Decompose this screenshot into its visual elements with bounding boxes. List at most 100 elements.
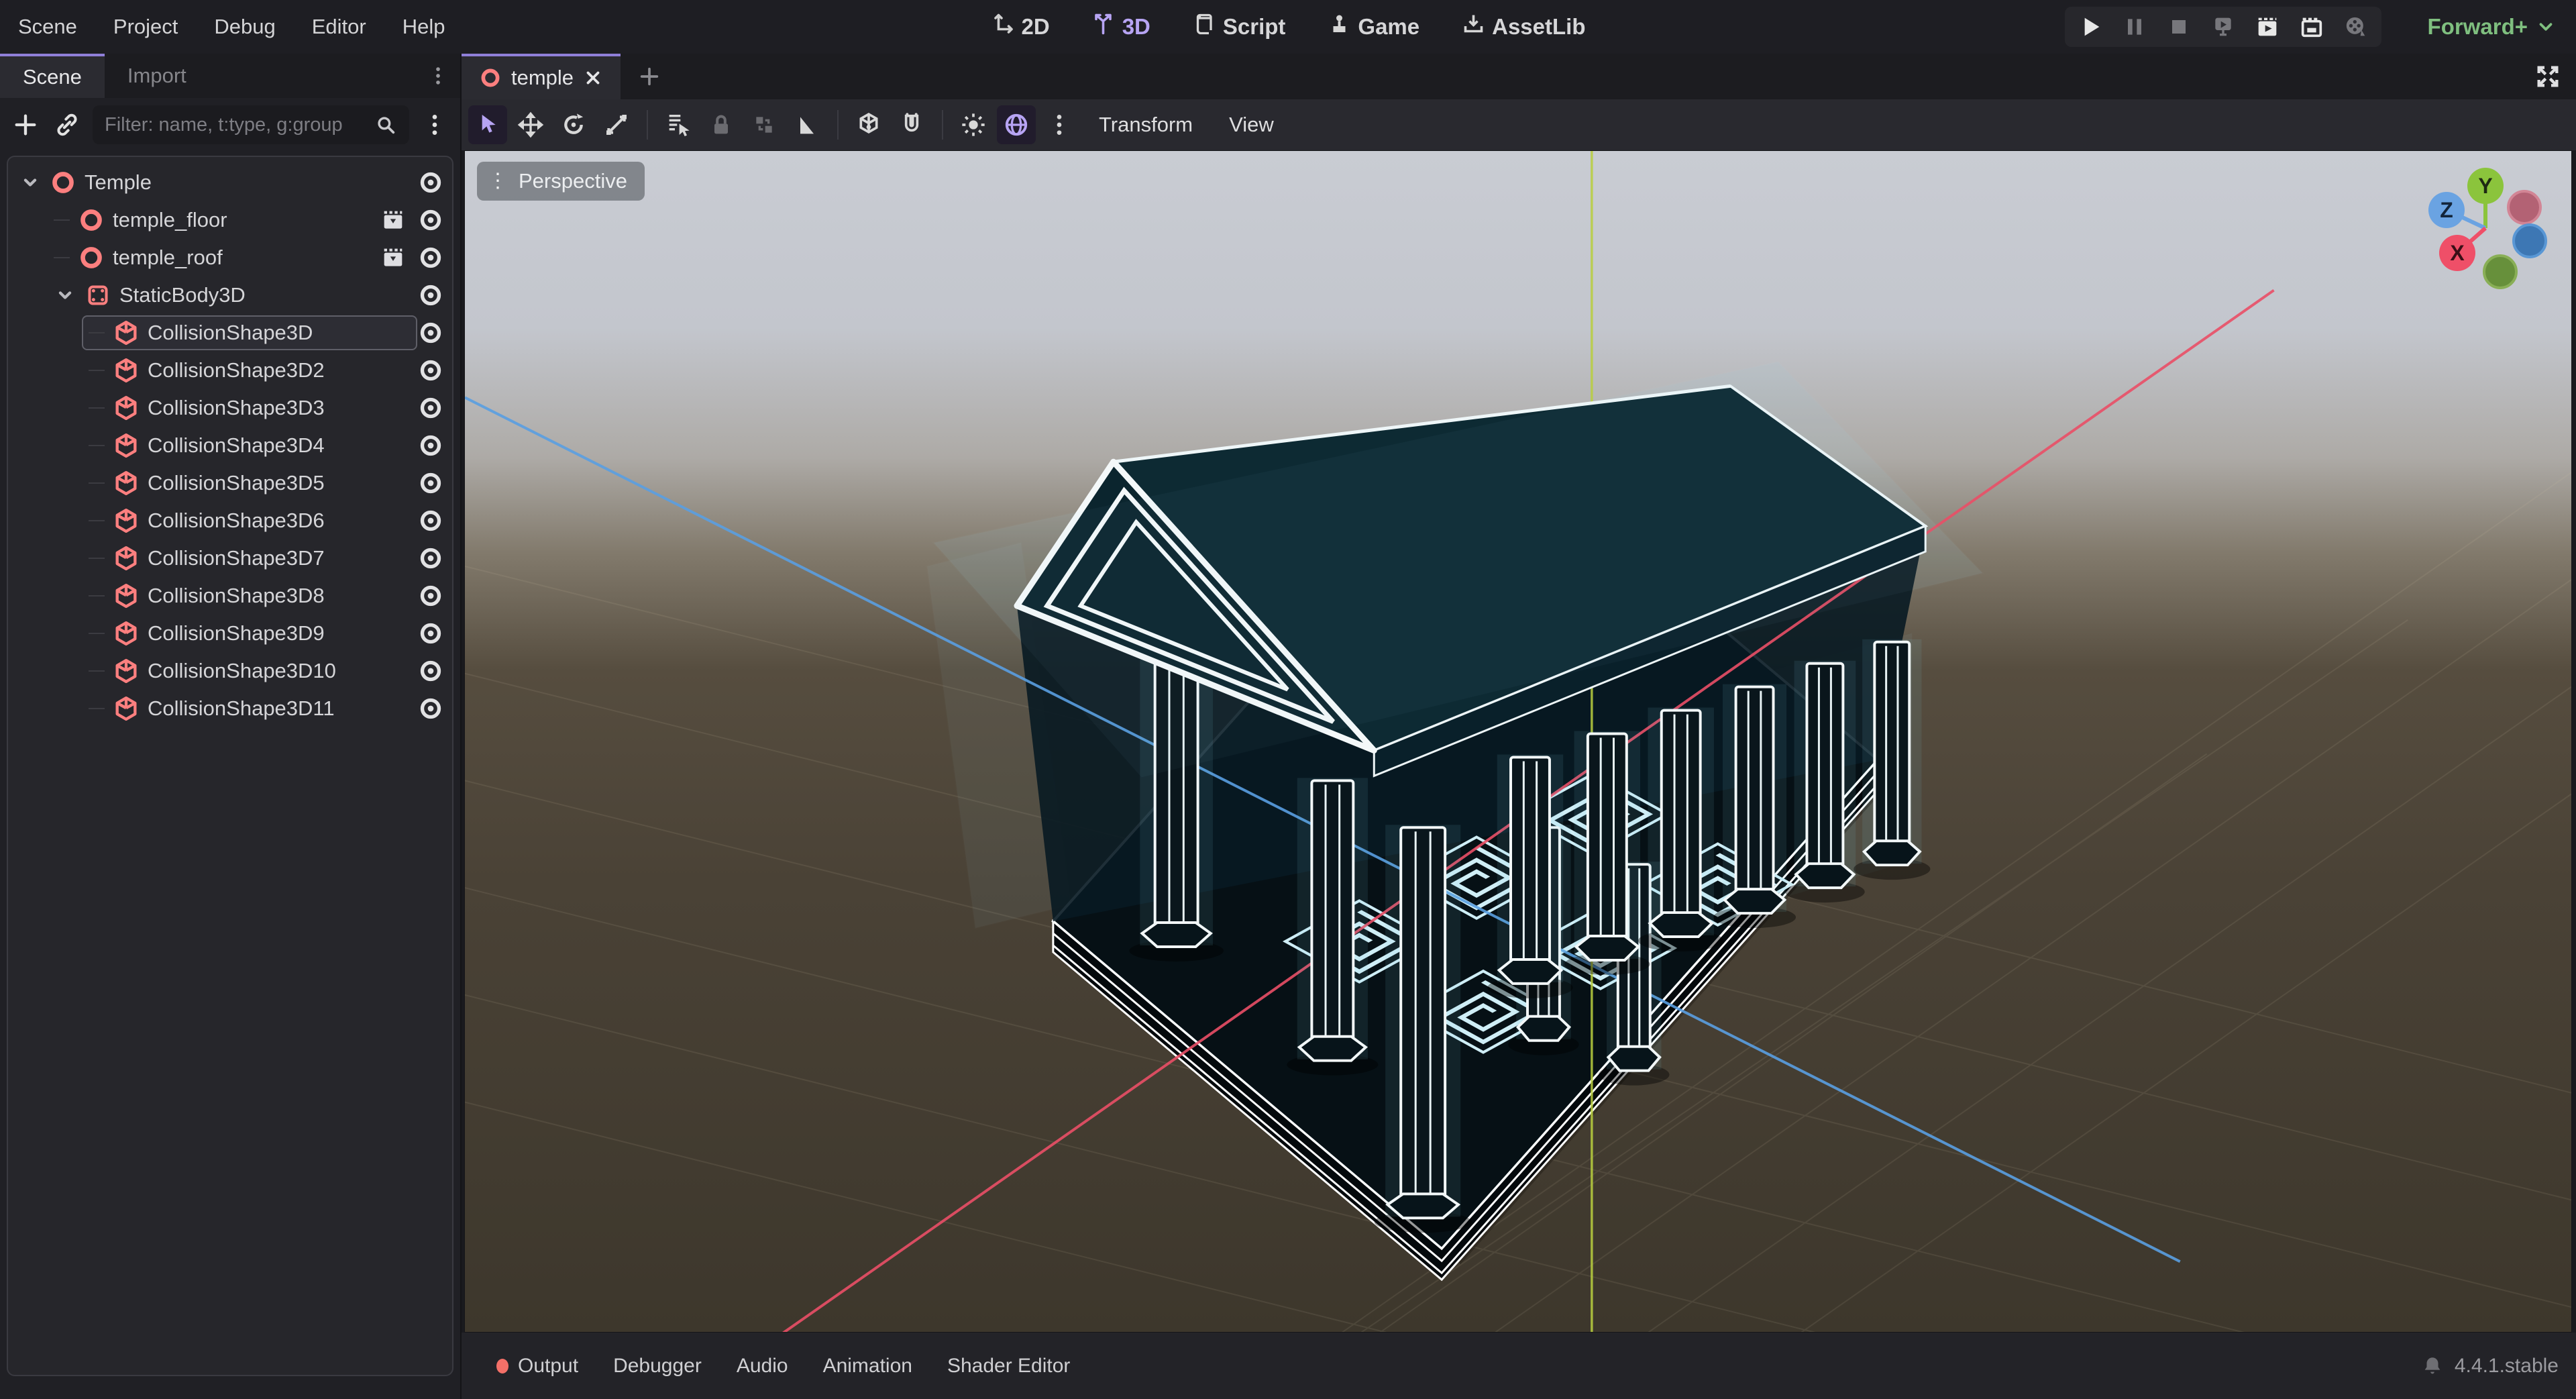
expander-icon[interactable] (54, 284, 76, 307)
preview-environment-button[interactable] (997, 105, 1036, 144)
node-name: CollisionShape3D5 (148, 471, 325, 495)
vertical-dots-icon (421, 111, 448, 138)
visibility-toggle[interactable] (417, 207, 444, 234)
menubar-items: SceneProjectDebugEditorHelp (0, 0, 464, 54)
add-node-button[interactable] (9, 109, 42, 141)
workspace-3d[interactable]: 3D (1081, 7, 1161, 47)
link-icon (54, 111, 80, 138)
tree-row-StaticBody3D[interactable]: StaticBody3D (12, 276, 448, 314)
view-menu[interactable]: View (1213, 113, 1290, 137)
tree-row-CollisionShape3D7[interactable]: CollisionShape3D7 (12, 539, 448, 577)
workspace-assetlib[interactable]: AssetLib (1450, 7, 1596, 47)
menu-editor[interactable]: Editor (294, 0, 384, 54)
svg-text:Z: Z (2440, 198, 2453, 222)
assetlib-icon (1461, 12, 1485, 42)
preview-sun-button[interactable] (954, 105, 993, 144)
bottom-tab-debugger[interactable]: Debugger (596, 1333, 719, 1399)
bottom-tab-shader-editor[interactable]: Shader Editor (930, 1333, 1087, 1399)
visibility-toggle[interactable] (417, 395, 444, 421)
workspace-script[interactable]: Script (1181, 7, 1297, 47)
bell-icon[interactable] (2421, 1355, 2444, 1378)
visibility-toggle[interactable] (417, 244, 444, 271)
listsel-icon (665, 111, 692, 138)
expander-icon[interactable] (19, 171, 42, 194)
tree-row-temple_floor[interactable]: temple_floor (12, 201, 448, 239)
pause-button[interactable] (2121, 13, 2148, 40)
tab-import[interactable]: Import (105, 54, 209, 98)
snap-toggle-button[interactable] (892, 105, 931, 144)
visibility-toggle[interactable] (417, 357, 444, 384)
play-button[interactable] (2077, 13, 2104, 40)
tree-row-CollisionShape3D8[interactable]: CollisionShape3D8 (12, 577, 448, 615)
tree-row-CollisionShape3D[interactable]: CollisionShape3D (12, 314, 448, 352)
stop-button[interactable] (2165, 13, 2192, 40)
menu-help[interactable]: Help (384, 0, 464, 54)
tree-row-Temple[interactable]: Temple (12, 164, 448, 201)
row-buttons (417, 432, 448, 459)
tree-row-temple_roof[interactable]: temple_roof (12, 239, 448, 276)
tree-row-CollisionShape3D11[interactable]: CollisionShape3D11 (12, 690, 448, 727)
projection-menu[interactable]: ⋮ Perspective (477, 162, 645, 201)
tree-row-CollisionShape3D6[interactable]: CollisionShape3D6 (12, 502, 448, 539)
visibility-toggle[interactable] (417, 470, 444, 497)
instance-scene-button[interactable] (51, 109, 83, 141)
workspace-game[interactable]: Game (1316, 7, 1430, 47)
local-space-button[interactable] (849, 105, 888, 144)
axis-gizmo[interactable]: Y Z X (2412, 158, 2559, 292)
workspace-2d[interactable]: 2D (980, 7, 1061, 47)
tree-row-CollisionShape3D10[interactable]: CollisionShape3D10 (12, 652, 448, 690)
movie-maker-button[interactable] (2343, 13, 2369, 40)
tree-row-main: CollisionShape3D9 (82, 616, 417, 651)
distraction-free-button[interactable] (2520, 54, 2576, 99)
menu-scene[interactable]: Scene (0, 0, 95, 54)
bottom-tab-label: Audio (737, 1355, 788, 1378)
menu-project[interactable]: Project (95, 0, 196, 54)
select-tool-button[interactable] (468, 105, 507, 144)
tree-row-CollisionShape3D3[interactable]: CollisionShape3D3 (12, 389, 448, 427)
movie-folder-button[interactable] (2298, 13, 2325, 40)
new-scene-tab-button[interactable] (621, 54, 678, 99)
scene-tab-temple[interactable]: temple (462, 54, 621, 99)
tree-row-CollisionShape3D4[interactable]: CollisionShape3D4 (12, 427, 448, 464)
ruler-button[interactable] (788, 105, 826, 144)
list-select-button[interactable] (659, 105, 698, 144)
visibility-toggle[interactable] (417, 319, 444, 346)
renderer-selector[interactable]: Forward+ (2428, 0, 2556, 54)
bottom-tab-audio[interactable]: Audio (719, 1333, 806, 1399)
tree-guide (89, 332, 105, 333)
visibility-toggle[interactable] (417, 582, 444, 609)
scale-tool-button[interactable] (597, 105, 636, 144)
visibility-toggle[interactable] (417, 282, 444, 309)
tree-row-CollisionShape3D9[interactable]: CollisionShape3D9 (12, 615, 448, 652)
visibility-toggle[interactable] (417, 169, 444, 196)
instanced-scene-icon[interactable] (380, 207, 407, 234)
menu-debug[interactable]: Debug (196, 0, 293, 54)
play-movie-button[interactable] (2254, 13, 2281, 40)
tree-row-CollisionShape3D5[interactable]: CollisionShape3D5 (12, 464, 448, 502)
tree-guide (89, 370, 105, 371)
move-tool-button[interactable] (511, 105, 550, 144)
viewport-3d[interactable]: ⋮ Perspective Y Z X (464, 150, 2572, 1333)
visibility-toggle[interactable] (417, 695, 444, 722)
instanced-scene-icon[interactable] (380, 244, 407, 271)
visibility-toggle[interactable] (417, 658, 444, 684)
scene-filter-input[interactable] (105, 114, 366, 136)
magnet-icon (898, 111, 925, 138)
visibility-toggle[interactable] (417, 432, 444, 459)
scene-tree-menu-button[interactable] (419, 109, 451, 141)
close-icon[interactable] (583, 68, 603, 88)
transform-menu[interactable]: Transform (1083, 113, 1209, 137)
visibility-toggle[interactable] (417, 620, 444, 647)
bottom-tab-output[interactable]: Output (479, 1333, 596, 1399)
visibility-toggle[interactable] (417, 545, 444, 572)
group-button[interactable] (745, 105, 784, 144)
rotate-tool-button[interactable] (554, 105, 593, 144)
tree-row-CollisionShape3D2[interactable]: CollisionShape3D2 (12, 352, 448, 389)
dock-menu-button[interactable] (427, 54, 460, 98)
tab-scene[interactable]: Scene (0, 54, 105, 98)
visibility-toggle[interactable] (417, 507, 444, 534)
sun-environment-menu-button[interactable] (1040, 105, 1079, 144)
lock-button[interactable] (702, 105, 741, 144)
bottom-tab-animation[interactable]: Animation (806, 1333, 930, 1399)
play-remote-button[interactable] (2210, 13, 2237, 40)
